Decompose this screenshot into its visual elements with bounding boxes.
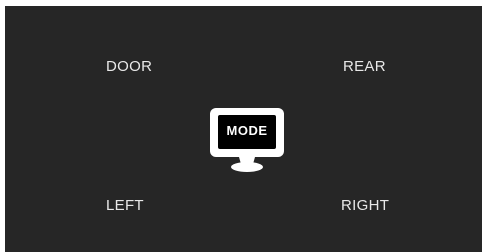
left-button[interactable]: LEFT	[106, 197, 144, 214]
monitor-icon	[210, 108, 284, 172]
mode-label: MODE	[226, 123, 268, 138]
mode-button[interactable]: MODE	[208, 107, 286, 173]
control-screen: DOOR REAR MODE LEFT RIGHT	[5, 6, 482, 252]
rear-button[interactable]: REAR	[343, 58, 386, 75]
door-button[interactable]: DOOR	[106, 58, 152, 75]
right-button[interactable]: RIGHT	[341, 197, 389, 214]
